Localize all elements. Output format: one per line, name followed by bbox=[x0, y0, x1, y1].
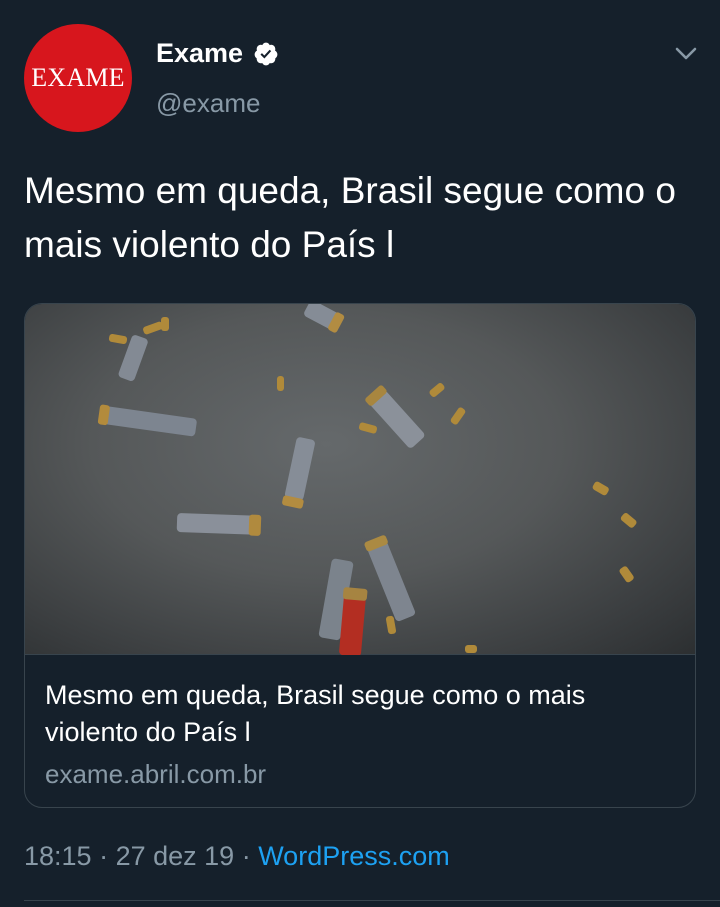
brass-casing bbox=[619, 566, 634, 583]
brass-casing bbox=[620, 513, 637, 528]
source-link[interactable]: WordPress.com bbox=[258, 841, 450, 871]
separator: · bbox=[91, 841, 116, 871]
brass-casing bbox=[465, 645, 477, 653]
link-card[interactable]: Mesmo em queda, Brasil segue como o mais… bbox=[24, 303, 696, 808]
shotgun-shell bbox=[364, 535, 416, 622]
brass-casing bbox=[385, 615, 397, 635]
shotgun-shell bbox=[282, 437, 315, 509]
brass-casing bbox=[429, 383, 445, 397]
separator: · bbox=[234, 841, 259, 871]
chevron-down-icon[interactable] bbox=[674, 44, 698, 64]
tweet-time[interactable]: 18:15 bbox=[24, 841, 92, 871]
brass-casing bbox=[277, 376, 284, 391]
avatar[interactable]: EXAME bbox=[24, 24, 132, 132]
brass-casing bbox=[108, 333, 128, 345]
shotgun-shell bbox=[304, 304, 345, 333]
tweet-metadata: 18:15 · 27 dez 19 · WordPress.com bbox=[24, 841, 450, 872]
brass-casing bbox=[358, 422, 378, 434]
tweet-text: Mesmo em queda, Brasil segue como o mais… bbox=[24, 170, 676, 265]
divider bbox=[24, 900, 720, 901]
tweet: EXAME Exame @exame Mesmo em queda, Brasi… bbox=[0, 0, 720, 907]
shotgun-shell bbox=[97, 404, 197, 437]
verified-badge-icon bbox=[254, 42, 278, 65]
brass-casing bbox=[450, 407, 466, 425]
tweet-date[interactable]: 27 dez 19 bbox=[116, 841, 235, 871]
card-image[interactable] bbox=[25, 304, 695, 655]
card-title[interactable]: Mesmo em queda, Brasil segue como o mais… bbox=[45, 677, 675, 751]
shotgun-shell bbox=[365, 385, 425, 448]
display-name[interactable]: Exame bbox=[156, 38, 243, 69]
card-domain: exame.abril.com.br bbox=[45, 759, 267, 789]
brass-casing bbox=[592, 481, 609, 496]
brass-casing bbox=[143, 321, 163, 335]
handle[interactable]: @exame bbox=[156, 88, 260, 119]
brass-casing bbox=[161, 317, 169, 331]
avatar-logo-text: EXAME bbox=[31, 63, 125, 92]
shotgun-shell bbox=[176, 513, 262, 536]
shell-casings-image bbox=[97, 304, 637, 655]
name-row: Exame bbox=[156, 38, 279, 69]
